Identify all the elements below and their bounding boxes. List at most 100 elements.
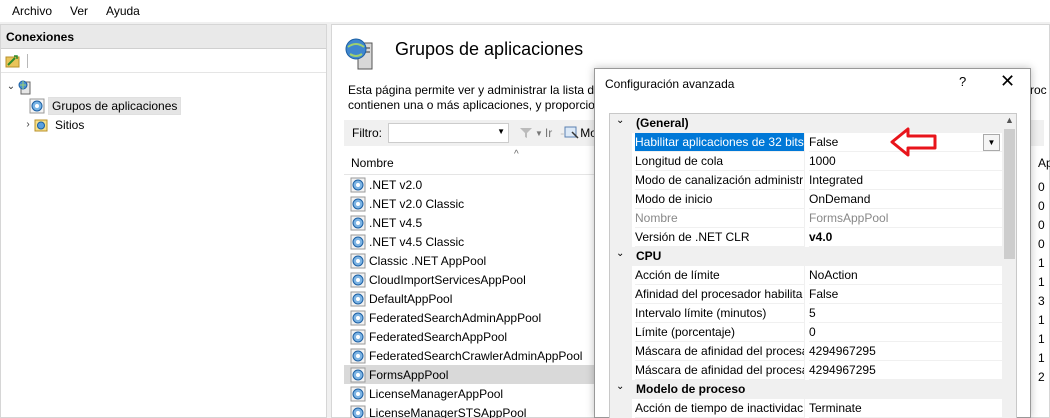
prop-name: Modo de canalización administr xyxy=(635,171,805,190)
chevron-down-icon[interactable]: ⌄ xyxy=(5,81,17,92)
column-header-applications[interactable]: Ap xyxy=(1038,156,1050,170)
prop-row-limit-percent[interactable]: Límite (porcentaje) 0 xyxy=(610,323,1002,342)
prop-value[interactable]: NoAction xyxy=(809,266,1002,285)
prop-row-start-mode[interactable]: Modo de inicio OnDemand xyxy=(610,190,1002,209)
row-gutter xyxy=(610,323,632,342)
app-pool-row[interactable]: .NET v2.0 Classic xyxy=(344,194,595,213)
app-pool-row[interactable]: FederatedSearchCrawlerAdminAppPool xyxy=(344,346,595,365)
prop-value[interactable]: 0 xyxy=(809,323,1002,342)
prop-value[interactable]: 4294967295 xyxy=(809,361,1002,380)
scroll-up-icon[interactable]: ▲ xyxy=(1005,115,1014,125)
filter-dropdown-icon[interactable]: ▼ xyxy=(497,127,505,136)
app-pool-icon xyxy=(350,405,366,418)
category-cpu[interactable]: ⌄ CPU xyxy=(610,247,1002,266)
applications-count: 1 xyxy=(1038,313,1045,327)
prop-name: Acción de límite xyxy=(635,266,805,285)
app-pool-list: .NET v2.0 .NET v2.0 Classic .NET v4.5 .NET … xyxy=(344,175,595,418)
chevron-right-icon[interactable]: › xyxy=(23,119,33,130)
prop-row-clr-version[interactable]: Versión de .NET CLR v4.0 xyxy=(610,228,1002,247)
column-header-nombre[interactable]: Nombre xyxy=(351,156,394,170)
prop-row-affinity-mask-64[interactable]: Máscara de afinidad del procesa 42949672… xyxy=(610,361,1002,380)
server-icon xyxy=(17,79,33,95)
connections-header: Conexiones xyxy=(1,25,326,49)
app-pool-row[interactable]: LicenseManagerAppPool xyxy=(344,384,595,403)
tree-server-node[interactable]: ⌄ xyxy=(1,77,326,96)
row-gutter xyxy=(610,133,632,152)
app-pool-row[interactable]: LicenseManagerSTSAppPool xyxy=(344,403,595,418)
prop-row-limit-interval[interactable]: Intervalo límite (minutos) 5 xyxy=(610,304,1002,323)
prop-value[interactable]: OnDemand xyxy=(809,190,1002,209)
add-connection-icon[interactable] xyxy=(5,53,21,69)
app-pool-icon xyxy=(350,329,366,345)
row-gutter xyxy=(610,228,632,247)
go-button[interactable]: ▼ Ir xyxy=(519,126,552,140)
app-pool-row[interactable]: Classic .NET AppPool xyxy=(344,251,595,270)
value-dropdown-button[interactable]: ▼ xyxy=(983,134,1000,151)
app-pool-row[interactable]: DefaultAppPool xyxy=(344,289,595,308)
prop-value[interactable]: False xyxy=(809,285,1002,304)
prop-value[interactable]: 4294967295 xyxy=(809,342,1002,361)
menu-archivo[interactable]: Archivo xyxy=(6,0,58,22)
prop-name: Habilitar aplicaciones de 32 bits xyxy=(635,133,805,152)
prop-row-enable-32bit[interactable]: Habilitar aplicaciones de 32 bits False … xyxy=(610,133,1002,152)
category-general[interactable]: ⌄ (General) xyxy=(610,114,1002,133)
row-gutter xyxy=(610,304,632,323)
funnel-icon xyxy=(520,128,532,138)
prop-value[interactable]: Integrated xyxy=(809,171,1002,190)
row-gutter xyxy=(610,152,632,171)
tree-item-sites[interactable]: › Sitios xyxy=(1,115,326,134)
go-label: Ir xyxy=(544,126,553,140)
chevron-down-icon[interactable]: ⌄ xyxy=(616,381,624,392)
page-title: Grupos de aplicaciones xyxy=(395,39,584,59)
prop-row-affinity-mask[interactable]: Máscara de afinidad del procesa 42949672… xyxy=(610,342,1002,361)
prop-name: Longitud de cola xyxy=(635,152,805,171)
show-all-button[interactable]: - Mo xyxy=(560,126,597,140)
prop-value[interactable]: Terminate xyxy=(809,399,1002,418)
description-line-1: Esta página permite ver y administrar la… xyxy=(348,83,598,97)
prop-row-pipeline-mode[interactable]: Modo de canalización administr Integrate… xyxy=(610,171,1002,190)
prop-row-queue-length[interactable]: Longitud de cola 1000 xyxy=(610,152,1002,171)
row-gutter xyxy=(610,342,632,361)
app-pool-name: CloudImportServicesAppPool xyxy=(369,272,526,287)
app-pool-row[interactable]: .NET v4.5 xyxy=(344,213,595,232)
app-pool-icon xyxy=(29,98,45,114)
vertical-scrollbar[interactable]: ▲ xyxy=(1002,114,1016,418)
app-pool-icon xyxy=(350,386,366,402)
applications-count: 1 xyxy=(1038,332,1045,346)
tree-item-app-pools-label: Grupos de aplicaciones xyxy=(48,96,182,115)
red-arrow-annotation xyxy=(890,127,937,157)
advanced-settings-dialog: Configuración avanzada ? ✕ ⌄ (General) H… xyxy=(594,68,1031,418)
tree-item-app-pools[interactable]: Grupos de aplicaciones xyxy=(1,96,326,115)
app-pool-row[interactable]: FormsAppPool xyxy=(344,365,594,384)
prop-value[interactable]: 5 xyxy=(809,304,1002,323)
row-gutter xyxy=(610,209,632,228)
filter-input[interactable]: ▼ xyxy=(388,123,509,143)
menu-ver[interactable]: Ver xyxy=(64,0,94,22)
show-all-icon xyxy=(564,126,579,139)
app-pool-row[interactable]: .NET v2.0 xyxy=(344,175,595,194)
applications-count: 0 xyxy=(1038,218,1045,232)
prop-value[interactable]: v4.0 xyxy=(809,228,1002,247)
property-grid: ⌄ (General) Habilitar aplicaciones de 32… xyxy=(609,113,1017,418)
scrollbar-thumb[interactable] xyxy=(1004,129,1015,259)
app-pool-row[interactable]: FederatedSearchAdminAppPool xyxy=(344,308,595,327)
prop-row-limit-action[interactable]: Acción de límite NoAction xyxy=(610,266,1002,285)
menu-ayuda[interactable]: Ayuda xyxy=(100,0,146,22)
app-pool-icon xyxy=(350,348,366,364)
prop-row-name[interactable]: Nombre FormsAppPool xyxy=(610,209,1002,228)
app-pool-row[interactable]: CloudImportServicesAppPool xyxy=(344,270,595,289)
prop-row-idle-action[interactable]: Acción de tiempo de inactividac Terminat… xyxy=(610,399,1002,418)
description-right-fragment: roc xyxy=(1030,83,1047,97)
close-button[interactable]: ✕ xyxy=(1000,71,1015,92)
help-button[interactable]: ? xyxy=(959,74,966,89)
app-pool-row[interactable]: FederatedSearchAppPool xyxy=(344,327,595,346)
app-pool-row[interactable]: .NET v4.5 Classic xyxy=(344,232,595,251)
connections-toolbar xyxy=(1,49,326,73)
applications-count: 1 xyxy=(1038,275,1045,289)
category-process-model[interactable]: ⌄ Modelo de proceso xyxy=(610,380,1002,399)
app-pool-name: DefaultAppPool xyxy=(369,291,453,306)
prop-name: Acción de tiempo de inactividac xyxy=(635,399,805,418)
prop-row-processor-affinity[interactable]: Afinidad del procesador habilita False xyxy=(610,285,1002,304)
chevron-down-icon[interactable]: ⌄ xyxy=(616,248,624,259)
chevron-down-icon[interactable]: ⌄ xyxy=(616,115,624,126)
